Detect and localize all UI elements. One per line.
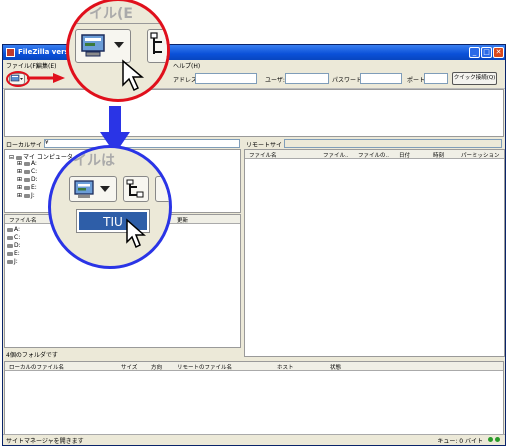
remote-path-input[interactable] [284, 139, 502, 148]
list-item[interactable]: C: [7, 234, 20, 241]
drive-icon [7, 243, 13, 248]
zoom-ghost-menu-text: イル(E [89, 6, 133, 22]
message-log[interactable] [4, 89, 504, 137]
computer-icon [15, 155, 22, 160]
close-button[interactable]: ✕ [493, 47, 504, 58]
drive-label: J: [30, 192, 35, 199]
list-item[interactable]: E: [7, 250, 20, 257]
col-permission[interactable]: パーミッション [461, 151, 500, 159]
local-path-value: ¥ [45, 140, 49, 146]
drive-icon [23, 185, 30, 190]
user-label: ユーザ: [265, 77, 285, 84]
quickconnect-button[interactable]: クイック接続(Q) [452, 72, 497, 85]
send-led-icon [495, 437, 500, 442]
drive-label: A: [30, 160, 37, 167]
status-bar: サイトマネージャを開きます キュー: 0 バイト [3, 434, 505, 445]
port-input[interactable] [424, 73, 448, 84]
tree-drive-d[interactable]: ⊞ D: [17, 176, 38, 183]
drive-icon [23, 193, 30, 198]
file-name: E: [14, 250, 20, 257]
file-name: C: [14, 234, 21, 241]
col-filename[interactable]: ファイル名 [249, 151, 277, 159]
site-manager-icon [74, 180, 110, 198]
tree-drive-a[interactable]: ⊞ A: [17, 160, 37, 167]
drive-icon [7, 259, 13, 264]
col-modified[interactable]: 更新 [177, 216, 188, 224]
list-item[interactable]: A: [7, 226, 20, 233]
site-manager-button-zoomed[interactable] [75, 29, 131, 63]
col-filetype[interactable]: ファイルの.. [358, 151, 389, 159]
list-item[interactable]: D: [7, 242, 21, 249]
local-path-input[interactable]: ¥ [44, 139, 240, 148]
tree-toggle-button[interactable] [123, 176, 149, 202]
remote-site-bar: リモートサイト: [244, 139, 505, 149]
site-manager-icon [81, 34, 124, 57]
queue-header: ローカルのファイル名 サイズ 方向 リモートのファイル名 ホスト 状態 [5, 362, 503, 371]
menu-edit[interactable]: 編集(E) [36, 61, 56, 70]
menu-help[interactable]: ヘルプ(H) [173, 61, 200, 70]
menu-file[interactable]: ファイル(F) [6, 61, 38, 70]
col-filename[interactable]: ファイル名 [9, 216, 37, 224]
zoom-callout-bottom: イルは TIU [48, 145, 172, 269]
status-text: サイトマネージャを開きます [6, 438, 84, 445]
col-date[interactable]: 日付 [399, 151, 410, 159]
recv-led-icon [488, 437, 493, 442]
minimize-button[interactable]: _ [469, 47, 480, 58]
drive-icon [23, 169, 30, 174]
drive-icon [7, 235, 13, 240]
mouse-cursor-icon [126, 218, 146, 249]
transfer-queue[interactable]: ローカルのファイル名 サイズ 方向 リモートのファイル名 ホスト 状態 [4, 361, 504, 435]
drive-label: D: [30, 176, 38, 183]
file-name: J: [14, 258, 18, 265]
drive-label: E: [30, 184, 37, 191]
filezilla-app-icon [6, 48, 15, 57]
drive-icon [23, 161, 30, 166]
remote-file-list[interactable]: ファイル名 ファイル.. ファイルの.. 日付 時刻 パーミッション [244, 149, 505, 357]
site-manager-button-zoomed-2[interactable] [69, 176, 117, 202]
col-status[interactable]: 状態 [330, 363, 341, 371]
user-input[interactable] [285, 73, 329, 84]
queue-status: キュー: 0 バイト [437, 438, 483, 445]
col-direction[interactable]: 方向 [151, 363, 162, 371]
drive-label: C: [30, 168, 38, 175]
file-name: D: [14, 242, 21, 249]
tree-drive-j[interactable]: ⊞ J: [17, 192, 35, 199]
local-status: 4個のフォルダです [6, 352, 58, 359]
mouse-cursor-icon [122, 59, 145, 92]
list-item[interactable]: J: [7, 258, 18, 265]
col-time[interactable]: 時刻 [433, 151, 444, 159]
zoom-ghost-text-lower: イルは [73, 153, 115, 169]
drive-icon [7, 251, 13, 256]
red-arrow-icon [27, 73, 65, 83]
password-input[interactable] [360, 73, 402, 84]
tree-drive-e[interactable]: ⊞ E: [17, 184, 37, 191]
drive-icon [23, 177, 30, 182]
col-remote-filename[interactable]: リモートのファイル名 [177, 363, 232, 371]
col-filesize[interactable]: ファイル.. [323, 151, 349, 159]
zoom-callout-top: イル(E [66, 0, 170, 102]
col-size[interactable]: サイズ [121, 363, 137, 371]
col-local-filename[interactable]: ローカルのファイル名 [9, 363, 64, 371]
col-host[interactable]: ホスト [277, 363, 294, 371]
tree-view-icon [150, 32, 162, 54]
process-queue-button[interactable] [147, 29, 167, 63]
tree-drive-c[interactable]: ⊞ C: [17, 168, 37, 175]
remote-list-header: ファイル名 ファイル.. ファイルの.. 日付 時刻 パーミッション [245, 150, 504, 159]
file-name: A: [14, 226, 21, 233]
drive-icon [7, 227, 13, 232]
maximize-button[interactable]: □ [481, 47, 492, 58]
tree-view-icon [126, 179, 144, 198]
address-input[interactable] [195, 73, 257, 84]
